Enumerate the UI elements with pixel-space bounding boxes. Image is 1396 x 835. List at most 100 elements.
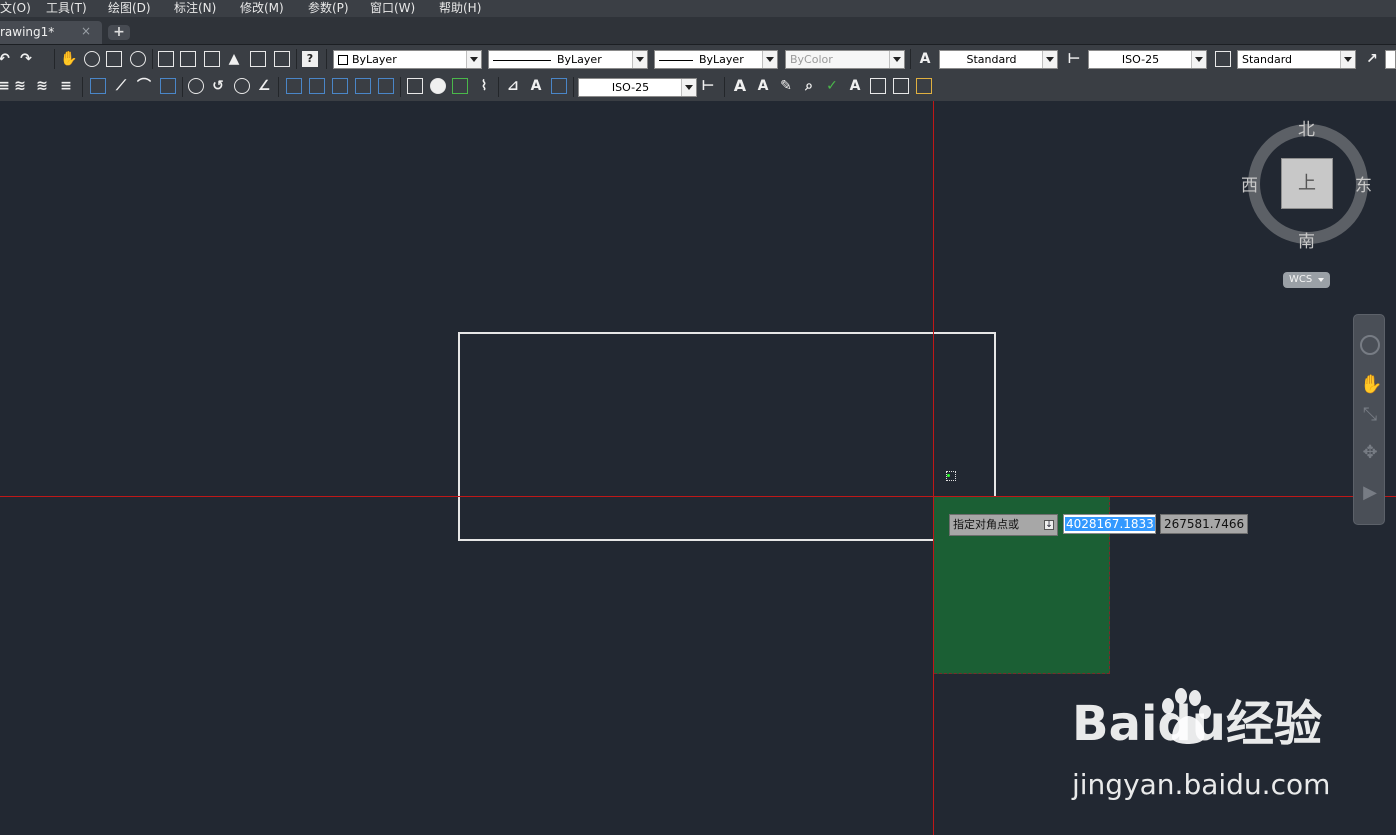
continue-dimension-icon[interactable]: [332, 78, 348, 94]
scale-text-icon[interactable]: [870, 78, 886, 94]
find-text-icon[interactable]: ⌕: [801, 78, 817, 94]
layer-icon[interactable]: ≡: [0, 78, 12, 94]
diameter-dimension-icon[interactable]: [234, 78, 250, 94]
help-icon[interactable]: ?: [302, 51, 318, 67]
tool-palettes-icon[interactable]: [204, 51, 220, 67]
tolerance-icon[interactable]: [407, 78, 423, 94]
convert-distance-icon[interactable]: [916, 78, 932, 94]
menu-item-help[interactable]: 帮助(H): [439, 0, 481, 17]
file-tab-drawing1[interactable]: rawing1* ×: [0, 21, 102, 44]
menu-item-draw[interactable]: 绘图(D): [108, 0, 151, 17]
new-tab-button[interactable]: +: [108, 25, 130, 40]
menu-item-tools[interactable]: 工具(T): [46, 0, 87, 17]
arc-length-icon[interactable]: ⌒: [136, 78, 152, 94]
close-icon[interactable]: ×: [81, 24, 91, 38]
chevron-down-icon: [681, 79, 696, 96]
file-tab-bar: rawing1* × +: [0, 17, 1396, 45]
menu-item-parametric[interactable]: 参数(P): [308, 0, 349, 17]
color-dropdown[interactable]: ByLayer: [333, 50, 482, 69]
toolbar-separator: [152, 49, 153, 69]
color-swatch-icon: [338, 55, 348, 65]
ordinate-dimension-icon[interactable]: [160, 78, 176, 94]
angular-dimension-icon[interactable]: ∠: [256, 78, 272, 94]
dimension-style-dropdown[interactable]: ISO-25: [1088, 50, 1207, 69]
zoom-icon[interactable]: ⤡: [1360, 405, 1380, 425]
dimension-edit-icon[interactable]: ⊿: [505, 78, 521, 94]
aligned-dimension-icon[interactable]: ⟋: [113, 78, 129, 94]
redo-icon[interactable]: ↷: [18, 51, 34, 67]
text-style-manager-icon[interactable]: A: [847, 78, 863, 94]
quick-dimension-icon[interactable]: [286, 78, 302, 94]
radius-dimension-icon[interactable]: [188, 78, 204, 94]
chevron-down-icon: [1340, 51, 1355, 68]
dimension-style-control[interactable]: ISO-25: [578, 78, 697, 97]
multileader-style-dropdown[interactable]: [1385, 50, 1396, 69]
compass-west[interactable]: 西: [1241, 177, 1258, 195]
toolbar-separator: [498, 77, 499, 97]
dimension-break-icon[interactable]: [378, 78, 394, 94]
menu-item-dimension[interactable]: 标注(N): [174, 0, 216, 17]
layer-state-icon[interactable]: ≋: [12, 78, 28, 94]
compass-east[interactable]: 东: [1355, 177, 1372, 195]
center-mark-icon[interactable]: [430, 78, 446, 94]
menu-item-modify[interactable]: 修改(M): [240, 0, 284, 17]
drawing-canvas[interactable]: 指定对角点或 ↓ 4028167.1833 267581.7466 上 北 南 …: [0, 101, 1396, 835]
chevron-down-icon: [1191, 51, 1206, 68]
calculator-icon[interactable]: [274, 51, 290, 67]
zoom-previous-icon[interactable]: [130, 51, 146, 67]
justify-text-icon[interactable]: [893, 78, 909, 94]
multiline-text-icon[interactable]: A: [732, 78, 748, 94]
text-style-dropdown[interactable]: Standard: [939, 50, 1058, 69]
jogged-dimension-icon[interactable]: ↺: [210, 78, 226, 94]
linetype-dropdown[interactable]: ByLayer: [488, 50, 648, 69]
pan-icon[interactable]: ✋: [1360, 375, 1382, 395]
orbit-icon[interactable]: ✥: [1360, 443, 1380, 463]
linear-dimension-icon[interactable]: [90, 78, 106, 94]
dynamic-input-x-field[interactable]: 4028167.1833: [1063, 514, 1156, 534]
dynamic-input-y-field[interactable]: 267581.7466: [1160, 514, 1248, 534]
sheet-set-icon[interactable]: ▲: [226, 51, 242, 67]
spell-check-icon[interactable]: ✓: [824, 78, 840, 94]
jogged-linear-icon[interactable]: ⌇: [476, 78, 492, 94]
compass-south[interactable]: 南: [1298, 233, 1315, 251]
dimension-update-icon[interactable]: [551, 78, 567, 94]
dimension-text-edit-icon[interactable]: A: [528, 78, 544, 94]
menu-item-format[interactable]: 文(O): [0, 0, 31, 17]
cursor-pickbox-icon: [946, 471, 956, 481]
table-style-dropdown[interactable]: Standard: [1237, 50, 1356, 69]
table-style-icon[interactable]: [1215, 51, 1231, 67]
file-tab-label: rawing1*: [0, 25, 55, 39]
dimension-style-manager-icon[interactable]: ⊢: [700, 78, 716, 94]
pan-icon[interactable]: ✋: [60, 51, 77, 67]
undo-icon[interactable]: ↶: [0, 51, 12, 67]
layer-previous-icon[interactable]: ≋: [34, 78, 50, 94]
drawn-rectangle[interactable]: [458, 332, 996, 541]
compass-north[interactable]: 北: [1298, 121, 1315, 139]
plot-style-dropdown[interactable]: ByColor: [785, 50, 905, 69]
dimension-space-icon[interactable]: [355, 78, 371, 94]
inspection-icon[interactable]: [452, 78, 468, 94]
properties-icon[interactable]: [158, 51, 174, 67]
menu-item-window[interactable]: 窗口(W): [370, 0, 415, 17]
prompt-options-icon[interactable]: ↓: [1044, 520, 1054, 530]
edit-text-icon[interactable]: ✎: [778, 78, 794, 94]
baseline-dimension-icon[interactable]: [309, 78, 325, 94]
linetype-preview: [493, 59, 551, 61]
wcs-menu-button[interactable]: WCS: [1283, 272, 1330, 288]
design-center-icon[interactable]: [180, 51, 196, 67]
text-style-icon[interactable]: A: [917, 51, 933, 67]
dimension-style-icon[interactable]: ⊢: [1066, 51, 1082, 67]
markup-icon[interactable]: [250, 51, 266, 67]
showmotion-icon[interactable]: ▶: [1360, 483, 1380, 503]
toolbar-separator: [296, 49, 297, 69]
single-line-text-icon[interactable]: A: [755, 78, 771, 94]
multileader-style-icon[interactable]: ↗: [1364, 51, 1380, 67]
lineweight-dropdown[interactable]: ByLayer: [654, 50, 778, 69]
viewcube-top-face[interactable]: 上: [1281, 158, 1333, 209]
zoom-window-icon[interactable]: [106, 51, 122, 67]
dimension-toolbar: ≡ ≋ ≋ ≡ ⟋ ⌒ ↺ ∠ ⌇ ⊿ A ISO-25 ⊢ A A ✎ ⌕ ✓…: [0, 74, 1396, 101]
layer-match-icon[interactable]: ≡: [58, 78, 74, 94]
steering-wheel-icon[interactable]: [1360, 335, 1380, 355]
zoom-realtime-icon[interactable]: [84, 51, 100, 67]
chevron-down-icon: [762, 51, 777, 68]
